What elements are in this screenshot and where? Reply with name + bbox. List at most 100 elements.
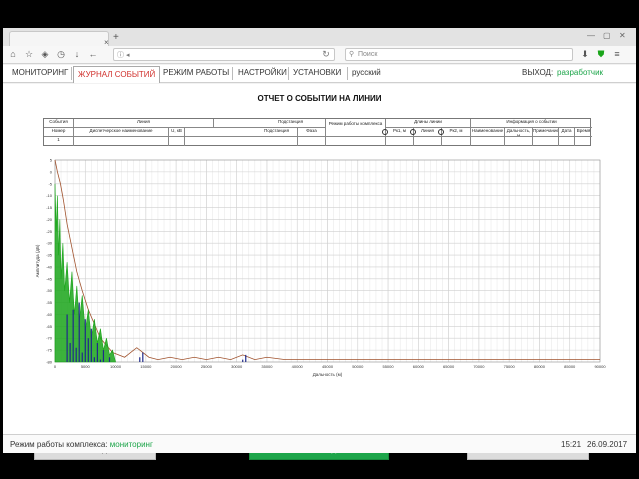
x-tick-label: 10000 (110, 364, 122, 369)
new-tab-icon[interactable]: + (113, 32, 119, 43)
menu-event-log[interactable]: ЖУРНАЛ СОБЫТИЙ (73, 66, 161, 83)
history-icon[interactable]: ◷ (55, 49, 67, 60)
cell-mode (326, 137, 386, 146)
reflectogram-chart[interactable]: 0 5000 10000 15000 20000 25000 30000 35000 40000… (33, 156, 608, 384)
cell-pk2 (442, 137, 471, 146)
y-tick-label: -30 (46, 241, 53, 246)
cell-distance (505, 137, 533, 146)
report-title: ОТЧЕТ О СОБЫТИИ НА ЛИНИИ (257, 94, 382, 103)
app-menu: МОНИТОРИНГ ЖУРНАЛ СОБЫТИЙ РЕЖИМ РАБОТЫ Н… (3, 65, 636, 83)
header-substation: Подстанция (256, 119, 326, 128)
reload-icon[interactable]: ↻ (320, 49, 332, 60)
shield-icon[interactable]: ◈ (39, 49, 51, 60)
search-placeholder: Поиск (358, 51, 378, 58)
menu-installations[interactable]: УСТАНОВКИ (293, 68, 341, 77)
y-tick-label: -10 (46, 193, 53, 198)
y-tick-label: -15 (46, 205, 53, 210)
status-mode: Режим работы комплекса: мониторинг (10, 440, 153, 449)
y-tick-label: -60 (46, 312, 53, 317)
y-tick-label: -50 (46, 288, 53, 293)
y-tick-label: -40 (46, 264, 53, 269)
header-gap (214, 119, 256, 128)
report-panel: ОТЧЕТ О СОБЫТИИ НА ЛИНИИ События Линия П… (3, 84, 636, 460)
x-tick-label: 50000 (352, 364, 364, 369)
x-tick-label: 20000 (171, 364, 183, 369)
y-tick-label: -45 (46, 276, 53, 281)
header-dispatch-name: Диспетчерское наименование (74, 128, 169, 137)
minimize-icon[interactable]: — (587, 31, 595, 40)
close-window-icon[interactable]: ✕ (619, 31, 626, 40)
event-table: События Линия Подстанция Режим работы ко… (43, 118, 592, 146)
x-tick-label: 5000 (81, 364, 91, 369)
y-tick-label: -5 (48, 181, 52, 186)
back-arrow-icon[interactable]: ← (87, 49, 99, 59)
menu-hamburger-icon[interactable]: ≡ (611, 49, 623, 59)
maximize-icon[interactable]: ▢ (603, 31, 611, 40)
header-voltage: U, кВ (169, 128, 185, 137)
header-line: Линия (74, 119, 214, 128)
exit-label[interactable]: ВЫХОД: (522, 68, 553, 77)
x-tick-label: 30000 (231, 364, 243, 369)
header-event-name: Наименование (471, 128, 505, 137)
home-icon[interactable]: ⌂ (7, 49, 19, 59)
browser-window: × + — ▢ ✕ ⌂ ☆ ◈ ◷ ↓ ← ⓘ ◂ ↻ ⚲ Поиск ⬇ ⛊ (3, 28, 636, 460)
header-info: Информация о событии (471, 119, 592, 128)
y-tick-label: -55 (46, 300, 53, 305)
search-input[interactable]: ⚲ Поиск (345, 48, 573, 61)
y-tick-label: -20 (46, 217, 53, 222)
cell-date (559, 137, 575, 146)
site-info-icon[interactable]: ⓘ ◂ (117, 50, 129, 60)
browser-tab[interactable]: × (9, 31, 109, 47)
url-bar[interactable]: ⓘ ◂ ↻ (113, 48, 335, 61)
header-lengths: Длины линии (386, 119, 471, 128)
menu-separator (232, 67, 233, 80)
x-tick-label: 85000 (564, 364, 576, 369)
cell-line-length (414, 137, 442, 146)
y-tick-label: 0 (50, 169, 53, 174)
screen: × + — ▢ ✕ ⌂ ☆ ◈ ◷ ↓ ← ⓘ ◂ ↻ ⚲ Поиск ⬇ ⛊ (0, 0, 639, 479)
x-tick-label: 90000 (594, 364, 606, 369)
x-tick-label: 60000 (413, 364, 425, 369)
y-tick-label: 5 (50, 158, 53, 163)
header-mode: Режим работы комплекса (326, 119, 386, 137)
status-date: 26.09.2017 (587, 440, 628, 449)
cell-time (575, 137, 592, 146)
status-mode-value: мониторинг (109, 440, 153, 449)
x-tick-label: 40000 (292, 364, 304, 369)
pk1-radio-icon[interactable] (382, 129, 388, 135)
y-tick-label: -25 (46, 229, 53, 234)
search-icon: ⚲ (349, 51, 355, 58)
pk2-radio-icon[interactable] (438, 129, 444, 135)
menu-separator (288, 67, 289, 80)
cell-phase (298, 137, 326, 146)
cell-voltage (169, 137, 185, 146)
y-tick-label: -75 (46, 348, 53, 353)
x-tick-label: 70000 (473, 364, 485, 369)
x-tick-label: 75000 (504, 364, 516, 369)
menu-settings[interactable]: НАСТРОЙКИ (238, 68, 287, 77)
header-date: Дата (559, 128, 575, 137)
x-axis-label: Дальность (м) (313, 372, 343, 377)
menu-monitoring[interactable]: МОНИТОРИНГ (12, 68, 68, 77)
x-tick-label: 35000 (261, 364, 273, 369)
tab-strip: × + — ▢ ✕ (3, 28, 636, 47)
x-tick-label: 80000 (534, 364, 546, 369)
addon-shield-icon[interactable]: ⛊ (595, 49, 607, 60)
x-tick-label: 15000 (140, 364, 152, 369)
menu-language[interactable]: русский (352, 68, 381, 77)
download-icon[interactable]: ↓ (71, 49, 83, 59)
line-radio-icon[interactable] (410, 129, 416, 135)
cell-substation (256, 137, 298, 146)
download-arrow-icon[interactable]: ⬇ (579, 49, 591, 60)
menu-work-mode[interactable]: РЕЖИМ РАБОТЫ (163, 68, 229, 77)
y-tick-label: -80 (46, 360, 53, 365)
header-distance: Дальность, м (505, 128, 533, 137)
header-events: События (44, 119, 74, 128)
bookmark-star-icon[interactable]: ☆ (23, 49, 35, 60)
x-tick-label: 45000 (322, 364, 334, 369)
header-time: Время (575, 128, 592, 137)
x-tick-label: 65000 (443, 364, 455, 369)
header-pk2: Рк2, м (442, 128, 471, 137)
x-tick-label: 0 (54, 364, 57, 369)
user-name[interactable]: разработчик (557, 68, 603, 77)
